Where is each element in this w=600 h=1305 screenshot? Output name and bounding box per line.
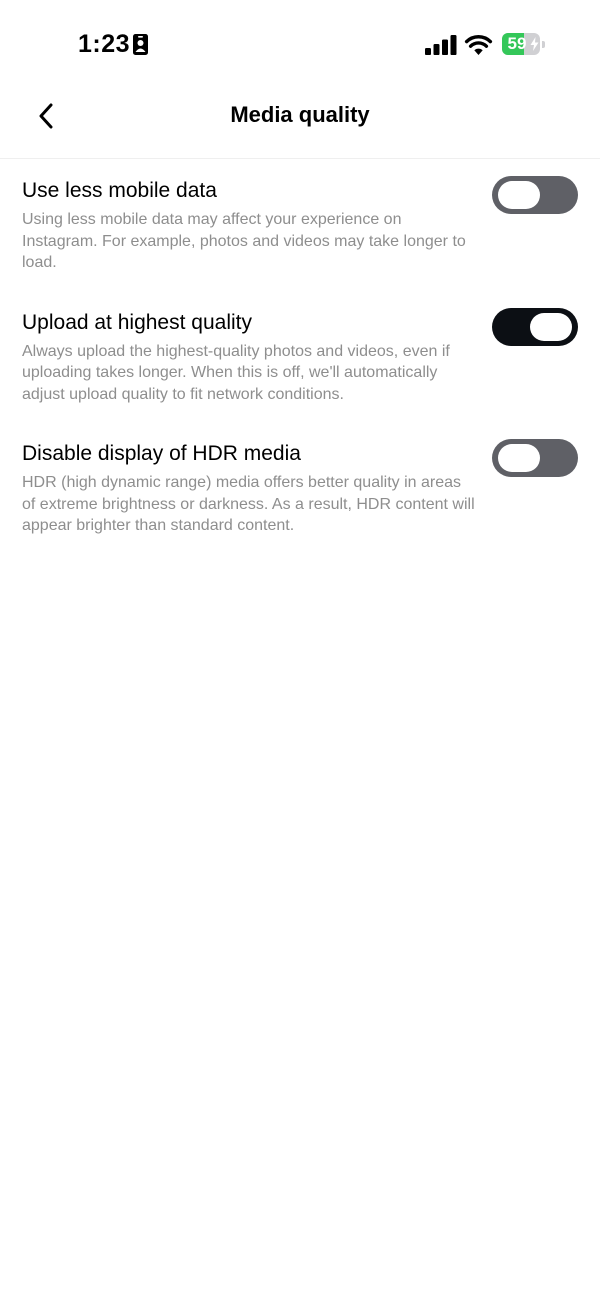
id-card-icon <box>133 34 148 55</box>
setting-upload-highest-quality: Upload at highest quality Always upload … <box>0 307 600 406</box>
setting-description: Always upload the highest-quality photos… <box>22 342 450 403</box>
setting-title: Disable display of HDR media <box>22 442 301 465</box>
battery-icon: 59 <box>502 33 546 55</box>
settings-list: Use less mobile data Using less mobile d… <box>0 176 600 571</box>
signal-icon <box>425 35 457 55</box>
battery-level: 59 <box>507 34 527 53</box>
toggle-knob <box>498 181 540 209</box>
disable-hdr-toggle[interactable] <box>492 439 578 477</box>
setting-description: HDR (high dynamic range) media offers be… <box>22 474 475 534</box>
header: Media quality <box>0 88 600 159</box>
setting-less-mobile-data: Use less mobile data Using less mobile d… <box>0 176 600 274</box>
setting-disable-hdr: Disable display of HDR media HDR (high d… <box>0 439 600 537</box>
charging-bolt-icon <box>530 37 539 51</box>
setting-title: Upload at highest quality <box>22 310 252 334</box>
wifi-icon <box>464 35 493 55</box>
toggle-knob <box>498 444 540 472</box>
setting-description: Using less mobile data may affect your e… <box>22 211 466 271</box>
toggle-knob <box>530 312 572 341</box>
status-time: 1:23 <box>78 30 131 58</box>
setting-title: Use less mobile data <box>22 179 217 202</box>
less-mobile-data-toggle[interactable] <box>492 176 578 214</box>
upload-highest-quality-toggle[interactable] <box>492 307 578 346</box>
status-bar: 1:23 59 <box>0 0 600 88</box>
page-title: Media quality <box>230 102 370 127</box>
